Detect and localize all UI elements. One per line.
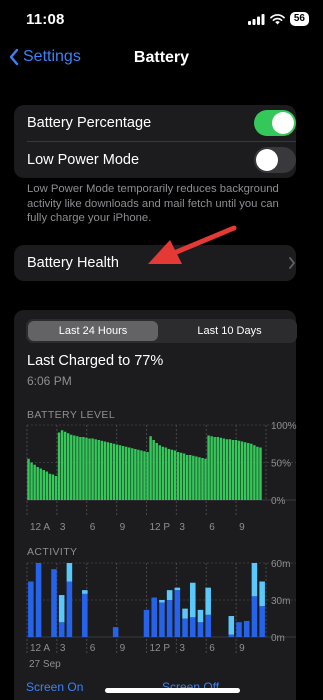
activity-bar-screen-on xyxy=(143,609,150,637)
activity-bar-screen-off xyxy=(58,595,65,623)
activity-bar-screen-on xyxy=(35,563,42,637)
activity-bar-screen-off xyxy=(189,582,196,618)
activity-bar-screen-off xyxy=(259,581,265,607)
x-tick-label: 9 xyxy=(120,643,126,654)
activity-bar-screen-on xyxy=(51,569,57,637)
activity-bar-screen-off xyxy=(174,587,181,591)
activity-bar-screen-on xyxy=(28,581,34,637)
activity-bar-screen-off xyxy=(159,600,165,603)
activity-bar-screen-off xyxy=(166,590,173,600)
x-tick-label: 12 A xyxy=(30,643,50,654)
activity-bar-screen-on xyxy=(82,593,88,637)
activity-bar-screen-on xyxy=(236,622,242,637)
y-tick-label: 30m xyxy=(271,596,290,607)
legend-screen-on: Screen On xyxy=(26,680,84,694)
activity-bar-screen-off xyxy=(182,608,188,619)
activity-bar-screen-on xyxy=(174,590,181,637)
activity-bar-screen-on xyxy=(243,620,250,637)
activity-bar-screen-on xyxy=(259,606,265,637)
x-tick-label: 9 xyxy=(239,643,245,654)
activity-bar-screen-off xyxy=(228,616,235,635)
home-indicator xyxy=(105,688,240,693)
x-tick-label: 3 xyxy=(60,643,66,654)
activity-bar-screen-on xyxy=(228,634,235,637)
date-label: 27 Sep xyxy=(29,659,61,670)
activity-bar-screen-off xyxy=(205,587,211,615)
activity-bar-screen-on xyxy=(182,618,188,637)
activity-bar-screen-off xyxy=(197,609,204,623)
y-tick-label: 60m xyxy=(271,559,290,570)
activity-bar-screen-on xyxy=(251,596,258,637)
x-tick-label: 6 xyxy=(209,643,215,654)
y-tick-label: 0m xyxy=(271,633,285,644)
x-tick-label: 6 xyxy=(90,643,96,654)
activity-bar-screen-on xyxy=(205,614,211,637)
activity-bar-screen-on xyxy=(58,622,65,637)
x-tick-label: 12 P xyxy=(150,643,171,654)
activity-bar-screen-on xyxy=(151,597,157,637)
activity-bar-screen-on xyxy=(189,617,196,637)
activity-bar-screen-off xyxy=(66,563,73,582)
activity-bar-screen-off xyxy=(82,590,88,594)
x-tick-label: 3 xyxy=(179,643,185,654)
activity-bar-screen-on xyxy=(166,600,173,637)
activity-bar-screen-on xyxy=(112,627,119,637)
activity-bar-screen-off xyxy=(251,563,258,597)
activity-bar-screen-on xyxy=(159,602,165,637)
activity-chart: 60m 30m 0m 12 A 3 6 9 12 P 3 6 9 27 Sep xyxy=(26,559,296,670)
activity-bar-screen-on xyxy=(66,581,73,637)
activity-bar-screen-on xyxy=(197,622,204,637)
